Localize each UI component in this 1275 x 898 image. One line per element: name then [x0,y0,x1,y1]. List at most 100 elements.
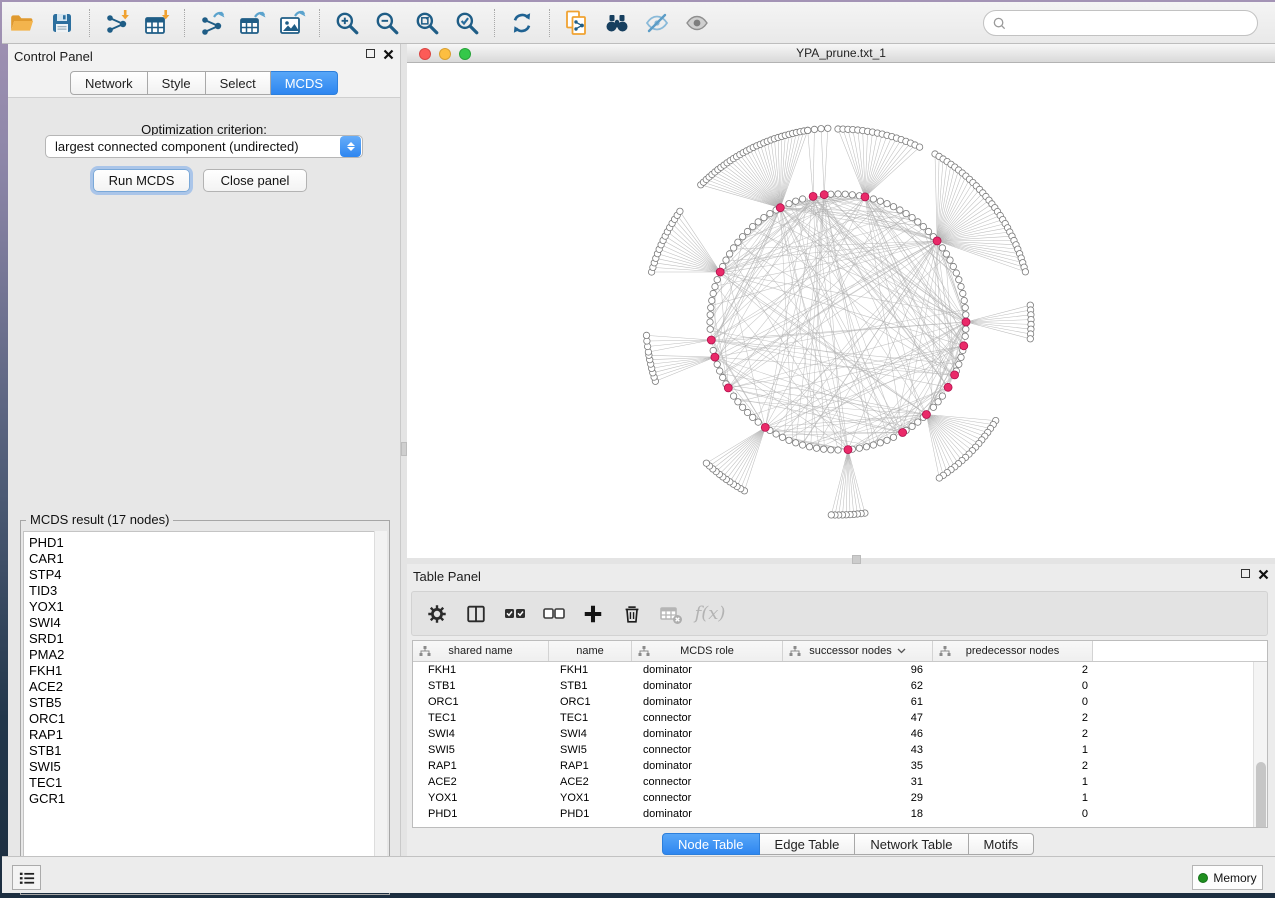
graph-hub-node[interactable] [844,446,852,454]
graph-hub-node[interactable] [809,192,817,200]
tab-node-table[interactable]: Node Table [662,833,760,855]
graph-node[interactable] [856,445,862,451]
graph-leaf-node[interactable] [677,208,683,214]
graph-node[interactable] [835,447,841,453]
mcds-list-scrollbar[interactable] [374,531,387,892]
graph-node[interactable] [744,228,750,234]
graph-node[interactable] [870,196,876,202]
graph-node[interactable] [962,305,968,311]
show-all-button[interactable] [678,6,716,40]
graph-node[interactable] [744,409,750,415]
graph-node[interactable] [960,290,966,296]
graph-node[interactable] [920,223,926,229]
tab-mcds[interactable]: MCDS [271,71,338,95]
tab-motifs[interactable]: Motifs [969,833,1035,855]
graph-node[interactable] [915,419,921,425]
graph-node[interactable] [786,437,792,443]
graph-node[interactable] [723,257,729,263]
graph-node[interactable] [806,444,812,450]
mcds-result-item[interactable]: STP4 [24,567,386,583]
mcds-result-item[interactable]: FKH1 [24,663,386,679]
graph-node[interactable] [939,393,945,399]
export-network-button[interactable] [193,6,231,40]
graph-node[interactable] [935,399,941,405]
table-row[interactable]: STB1STB1dominator620 [413,678,1267,694]
table-row[interactable]: TEC1TEC1connector472 [413,710,1267,726]
splitter-grip[interactable] [852,555,861,564]
column-header-shared-name[interactable]: shared name [413,641,549,661]
graph-node[interactable] [767,210,773,216]
graph-hub-node[interactable] [761,423,769,431]
graph-hub-node[interactable] [711,353,719,361]
graph-node[interactable] [786,201,792,207]
mcds-result-item[interactable]: TEC1 [24,775,386,791]
mcds-result-item[interactable]: ORC1 [24,711,386,727]
export-image-button[interactable] [273,6,311,40]
mcds-result-item[interactable]: GCR1 [24,791,386,807]
graph-node[interactable] [958,283,964,289]
mcds-result-item[interactable]: TID3 [24,583,386,599]
float-window-icon[interactable] [1241,569,1250,578]
zoom-out-button[interactable] [368,6,406,40]
graph-node[interactable] [755,219,761,225]
mcds-result-item[interactable]: PMA2 [24,647,386,663]
zoom-fit-button[interactable] [408,6,446,40]
graph-leaf-node[interactable] [828,512,834,518]
save-session-button[interactable] [43,6,81,40]
graph-node[interactable] [735,399,741,405]
graph-node[interactable] [714,361,720,367]
graph-node[interactable] [773,431,779,437]
graph-node[interactable] [939,245,945,251]
memory-button[interactable]: Memory [1192,865,1263,890]
graph-node[interactable] [828,447,834,453]
graph-leaf-node[interactable] [1027,336,1033,342]
tab-style[interactable]: Style [148,71,206,95]
column-header-predecessor-nodes[interactable]: predecessor nodes [933,641,1093,661]
graph-leaf-node[interactable] [916,144,922,150]
tab-network[interactable]: Network [70,71,148,95]
mcds-result-item[interactable]: CAR1 [24,551,386,567]
table-vertical-scrollbar[interactable] [1253,662,1267,827]
graph-node[interactable] [707,319,713,325]
show-log-console-button[interactable] [12,865,41,890]
new-network-from-selection-button[interactable] [558,6,596,40]
graph-node[interactable] [799,196,805,202]
close-panel-icon[interactable] [1258,569,1269,580]
select-all-rows-button[interactable] [502,601,528,627]
graph-node[interactable] [909,214,915,220]
mcds-result-item[interactable]: SWI4 [24,615,386,631]
graph-node[interactable] [835,191,841,197]
table-row[interactable]: YOX1YOX1connector291 [413,790,1267,806]
graph-hub-node[interactable] [820,191,828,199]
table-row[interactable]: ACE2ACE2connector311 [413,774,1267,790]
zoom-in-button[interactable] [328,6,366,40]
mcds-result-item[interactable]: RAP1 [24,727,386,743]
create-column-button[interactable] [580,601,606,627]
graph-node[interactable] [726,251,732,257]
graph-node[interactable] [958,354,964,360]
graph-node[interactable] [943,251,949,257]
column-header-successor-nodes[interactable]: successor nodes [783,641,933,661]
graph-node[interactable] [963,326,969,332]
graph-hub-node[interactable] [899,429,907,437]
graph-leaf-node[interactable] [936,475,942,481]
find-network-button[interactable] [598,6,636,40]
optimization-criterion-select[interactable]: largest connected component (undirected) [45,135,363,158]
open-file-button[interactable] [3,6,41,40]
graph-hub-node[interactable] [960,342,968,350]
graph-node[interactable] [884,201,890,207]
deselect-all-rows-button[interactable] [541,601,567,627]
network-frame-titlebar[interactable]: YPA_prune.txt_1 [407,44,1275,63]
graph-node[interactable] [708,305,714,311]
graph-node[interactable] [750,414,756,420]
graph-hub-node[interactable] [724,384,732,392]
graph-node[interactable] [761,214,767,220]
tab-network-table[interactable]: Network Table [855,833,968,855]
graph-node[interactable] [821,446,827,452]
import-table-button[interactable] [138,6,176,40]
graph-node[interactable] [779,434,785,440]
tab-edge-table[interactable]: Edge Table [760,833,856,855]
graph-node[interactable] [755,419,761,425]
column-header-name[interactable]: name [549,641,632,661]
hide-selected-button[interactable] [638,6,676,40]
